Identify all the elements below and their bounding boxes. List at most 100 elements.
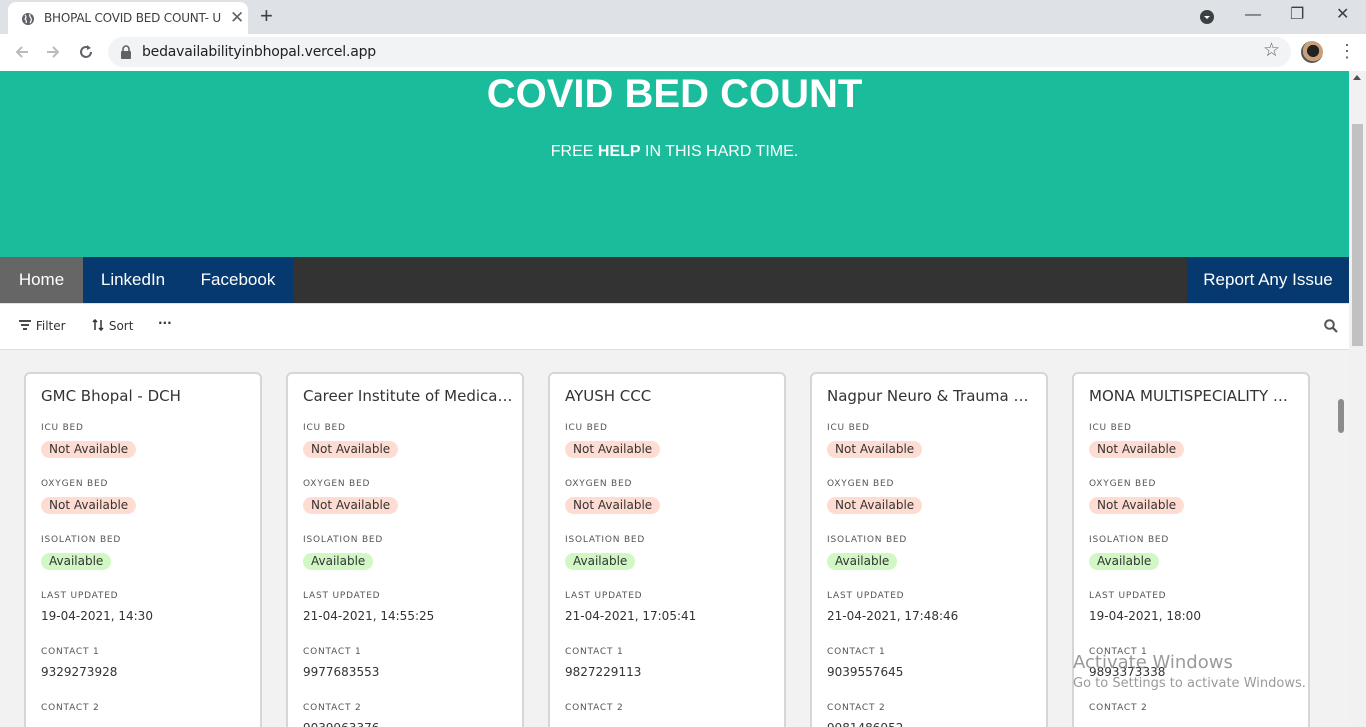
oxygen-status: Not Available	[827, 497, 923, 514]
updated-value: 21-04-2021, 17:05:41	[565, 609, 697, 623]
icu-label: ICU BED	[827, 423, 870, 433]
contact1-value: 9827229113	[565, 665, 642, 679]
nav-facebook[interactable]: Facebook	[183, 257, 293, 303]
oxygen-status: Not Available	[565, 497, 661, 514]
hero-banner: COVID BED COUNT FREE HELP IN THIS HARD T…	[0, 71, 1349, 257]
updated-value: 19-04-2021, 18:00	[1089, 609, 1201, 623]
search-icon[interactable]	[1324, 319, 1338, 333]
forward-icon[interactable]	[44, 43, 62, 61]
hospital-name: AYUSH CCC	[565, 387, 652, 405]
hospital-card[interactable]: Career Institute of Medical Sciences ICU…	[286, 372, 524, 727]
sort-icon	[92, 318, 104, 332]
hospital-card[interactable]: GMC Bhopal - DCH ICU BED Not Available O…	[24, 372, 262, 727]
close-tab-icon[interactable]: ✕	[230, 9, 244, 26]
scrollbar-thumb[interactable]	[1352, 124, 1363, 346]
contact2-value: 9039963376	[303, 721, 379, 727]
icu-label: ICU BED	[41, 423, 84, 433]
isolation-status: Available	[41, 553, 112, 570]
icu-status: Not Available	[41, 441, 137, 458]
reload-icon[interactable]	[77, 43, 95, 61]
isolation-label: ISOLATION BED	[565, 535, 646, 545]
hospital-card[interactable]: Nagpur Neuro & Trauma Centre ICU BED Not…	[810, 372, 1048, 727]
isolation-status: Available	[303, 553, 374, 570]
isolation-label: ISOLATION BED	[1089, 535, 1170, 545]
hospital-card[interactable]: MONA MULTISPECIALITY HOSPITAL ICU BED No…	[1072, 372, 1310, 727]
view-toolbar: Filter Sort ···	[0, 304, 1349, 350]
isolation-status: Available	[565, 553, 636, 570]
oxygen-label: OXYGEN BED	[565, 479, 633, 489]
isolation-label: ISOLATION BED	[827, 535, 908, 545]
oxygen-status: Not Available	[1089, 497, 1185, 514]
browser-menu-icon[interactable]: ⋮	[1338, 41, 1356, 61]
contact1-value: 9893373338	[1089, 665, 1166, 679]
icu-label: ICU BED	[303, 423, 346, 433]
lock-icon	[121, 45, 131, 59]
contact1-label: CONTACT 1	[565, 647, 624, 657]
subtitle-pre: FREE	[550, 143, 598, 160]
oxygen-status: Not Available	[303, 497, 399, 514]
sort-button[interactable]: Sort	[92, 318, 133, 333]
isolation-status: Available	[827, 553, 898, 570]
contact1-label: CONTACT 1	[303, 647, 362, 657]
bookmark-star-icon[interactable]: ☆	[1263, 41, 1280, 61]
contact1-label: CONTACT 1	[1089, 647, 1148, 657]
isolation-status: Available	[1089, 553, 1160, 570]
filter-label: Filter	[35, 319, 66, 333]
updated-label: LAST UPDATED	[827, 591, 905, 601]
updated-label: LAST UPDATED	[565, 591, 643, 601]
updated-label: LAST UPDATED	[1089, 591, 1167, 601]
hospital-name: Nagpur Neuro & Trauma Centre	[827, 387, 1037, 405]
address-bar[interactable]: bedavailabilityinbhopal.vercel.app ☆	[108, 37, 1291, 67]
filter-button[interactable]: Filter	[18, 319, 66, 333]
subtitle-post: IN THIS HARD TIME.	[640, 143, 799, 160]
contact1-value: 9039557645	[827, 665, 904, 679]
oxygen-status: Not Available	[41, 497, 137, 514]
contact1-label: CONTACT 1	[827, 647, 886, 657]
new-tab-icon[interactable]: +	[260, 5, 273, 27]
contact1-label: CONTACT 1	[41, 647, 100, 657]
card-gallery: GMC Bhopal - DCH ICU BED Not Available O…	[0, 350, 1349, 727]
oxygen-label: OXYGEN BED	[303, 479, 371, 489]
close-window-icon[interactable]: ✕	[1336, 6, 1349, 24]
updated-value: 21-04-2021, 14:55:25	[303, 609, 435, 623]
restore-icon[interactable]: ❐	[1290, 6, 1304, 24]
tab-search-icon[interactable]	[1199, 9, 1215, 25]
contact2-label: CONTACT 2	[827, 703, 886, 713]
browser-tab[interactable]: BHOPAL COVID BED COUNT- UPDATED ✕	[8, 2, 248, 34]
gallery-scrollbar[interactable]	[1338, 399, 1344, 433]
globe-icon	[22, 13, 34, 25]
contact2-label: CONTACT 2	[41, 703, 100, 713]
nav-report-issue[interactable]: Report Any Issue	[1187, 257, 1349, 303]
back-icon[interactable]	[13, 43, 31, 61]
updated-label: LAST UPDATED	[303, 591, 381, 601]
icu-status: Not Available	[1089, 441, 1185, 458]
page-title: COVID BED COUNT	[486, 72, 863, 116]
subtitle-bold: HELP	[597, 143, 641, 160]
hospital-card[interactable]: AYUSH CCC ICU BED Not Available OXYGEN B…	[548, 372, 786, 727]
page-viewport: COVID BED COUNT FREE HELP IN THIS HARD T…	[0, 71, 1349, 727]
hospital-name: GMC Bhopal - DCH	[41, 387, 181, 405]
airtable-embed: Filter Sort ··· GMC Bhopal - DCH ICU BED…	[0, 303, 1349, 727]
hospital-name: Career Institute of Medical Sciences	[303, 387, 513, 405]
hospital-name: MONA MULTISPECIALITY HOSPITAL	[1089, 387, 1299, 405]
icu-label: ICU BED	[565, 423, 608, 433]
filter-icon	[19, 320, 31, 330]
oxygen-label: OXYGEN BED	[1089, 479, 1157, 489]
contact2-label: CONTACT 2	[565, 703, 624, 713]
profile-avatar[interactable]	[1301, 41, 1323, 63]
minimize-icon[interactable]: —	[1245, 6, 1261, 24]
top-navigation: Home LinkedIn Facebook Report Any Issue	[0, 257, 1349, 303]
page-scrollbar[interactable]	[1349, 71, 1366, 727]
icu-status: Not Available	[827, 441, 923, 458]
oxygen-label: OXYGEN BED	[827, 479, 895, 489]
contact2-label: CONTACT 2	[1089, 703, 1148, 713]
scroll-up-arrow-icon[interactable]	[1353, 75, 1361, 80]
more-options-icon[interactable]: ···	[158, 316, 172, 330]
isolation-label: ISOLATION BED	[41, 535, 122, 545]
hero-subtitle: FREE HELP IN THIS HARD TIME.	[0, 143, 1349, 161]
browser-toolbar: bedavailabilityinbhopal.vercel.app ☆ ⋮	[0, 34, 1366, 71]
nav-linkedin[interactable]: LinkedIn	[83, 257, 183, 303]
updated-value: 21-04-2021, 17:48:46	[827, 609, 959, 623]
nav-home[interactable]: Home	[0, 257, 83, 303]
icu-status: Not Available	[565, 441, 661, 458]
